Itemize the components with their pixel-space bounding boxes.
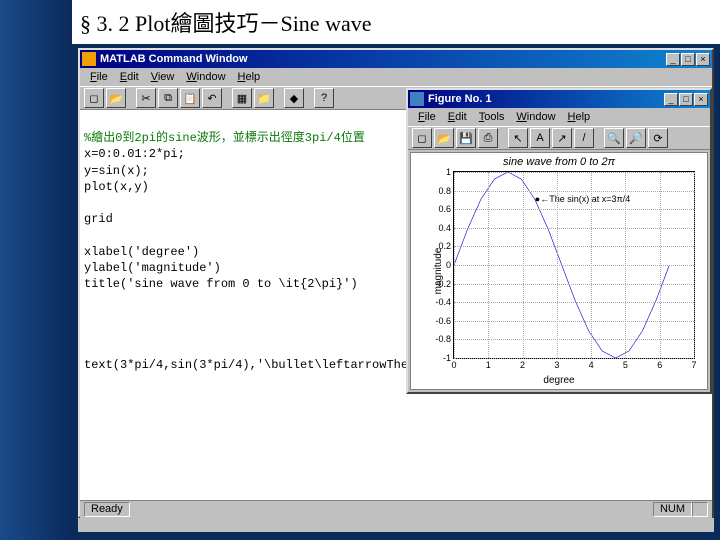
copy-button[interactable]: ⧉ [158,88,178,108]
cmd-statusbar: Ready NUM [80,500,712,518]
cmd-title: MATLAB Command Window [100,53,666,65]
fig-rotate-button[interactable]: ⟳ [648,128,668,148]
chart-title: sine wave from 0 to 2π [411,153,707,168]
open-button[interactable]: 📂 [106,88,126,108]
fig-menu-help[interactable]: Help [562,110,597,124]
fig-menubar: File Edit Tools Window Help [408,108,710,126]
chart-annotation: ●←The sin(x) at x=3π/4 [535,194,630,204]
code-block-2: grid [84,212,113,226]
menu-edit[interactable]: Edit [114,70,145,84]
fig-toolbar: ◻ 📂 💾 ⎙ ↖ A ↗ / 🔍 🔎 ⟳ [408,126,710,150]
fig-close-button[interactable]: × [694,93,708,106]
matlab-icon [82,52,96,66]
fig-minimize-button[interactable]: _ [664,93,678,106]
figure-canvas: sine wave from 0 to 2π magnitude degree … [410,152,708,390]
fig-title: Figure No. 1 [428,93,664,105]
simulink-button[interactable]: ◆ [284,88,304,108]
slide-title: § 3. 2 Plot繪圖技巧－Sine wave [0,0,720,46]
minimize-button[interactable]: _ [666,53,680,66]
chart-xlabel: degree [543,375,574,386]
fig-arrow-button[interactable]: ↗ [552,128,572,148]
close-button[interactable]: × [696,53,710,66]
fig-open-button[interactable]: 📂 [434,128,454,148]
fig-menu-edit[interactable]: Edit [442,110,473,124]
menu-help[interactable]: Help [232,70,267,84]
cut-button[interactable]: ✂ [136,88,156,108]
fig-print-button[interactable]: ⎙ [478,128,498,148]
desktop: MATLAB Command Window _ □ × File Edit Vi… [78,48,714,532]
cmd-titlebar[interactable]: MATLAB Command Window _ □ × [80,50,712,68]
maximize-button[interactable]: □ [681,53,695,66]
workspace-button[interactable]: ▦ [232,88,252,108]
slide-decor [0,0,72,540]
help-button[interactable]: ? [314,88,334,108]
fig-save-button[interactable]: 💾 [456,128,476,148]
cmd-menubar: File Edit View Window Help [80,68,712,86]
code-comment: %繪出0到2pi的sine波形，並標示出徑度3pi/4位置 [84,131,365,145]
fig-titlebar[interactable]: Figure No. 1 _ □ × [408,90,710,108]
menu-window[interactable]: Window [180,70,231,84]
figure-window: Figure No. 1 _ □ × File Edit Tools Windo… [406,88,712,394]
paste-button[interactable]: 📋 [180,88,200,108]
status-num: NUM [653,502,692,517]
fig-pointer-button[interactable]: ↖ [508,128,528,148]
fig-menu-file[interactable]: File [412,110,442,124]
status-ready: Ready [84,502,130,517]
code-block-1: x=0:0.01:2*pi; y=sin(x); plot(x,y) [84,147,185,193]
menu-file[interactable]: File [84,70,114,84]
figure-icon [410,92,424,106]
menu-view[interactable]: View [145,70,181,84]
fig-zoomin-button[interactable]: 🔍 [604,128,624,148]
fig-maximize-button[interactable]: □ [679,93,693,106]
fig-text-button[interactable]: A [530,128,550,148]
fig-new-button[interactable]: ◻ [412,128,432,148]
code-block-3: xlabel('degree') ylabel('magnitude') tit… [84,245,358,291]
fig-zoomout-button[interactable]: 🔎 [626,128,646,148]
fig-menu-tools[interactable]: Tools [473,110,511,124]
chart-plot-area: ●←The sin(x) at x=3π/4 -1-0.8-0.6-0.4-0.… [453,171,695,359]
path-button[interactable]: 📁 [254,88,274,108]
status-resize [692,502,708,517]
fig-menu-window[interactable]: Window [510,110,561,124]
fig-line-button[interactable]: / [574,128,594,148]
new-file-button[interactable]: ◻ [84,88,104,108]
undo-button[interactable]: ↶ [202,88,222,108]
